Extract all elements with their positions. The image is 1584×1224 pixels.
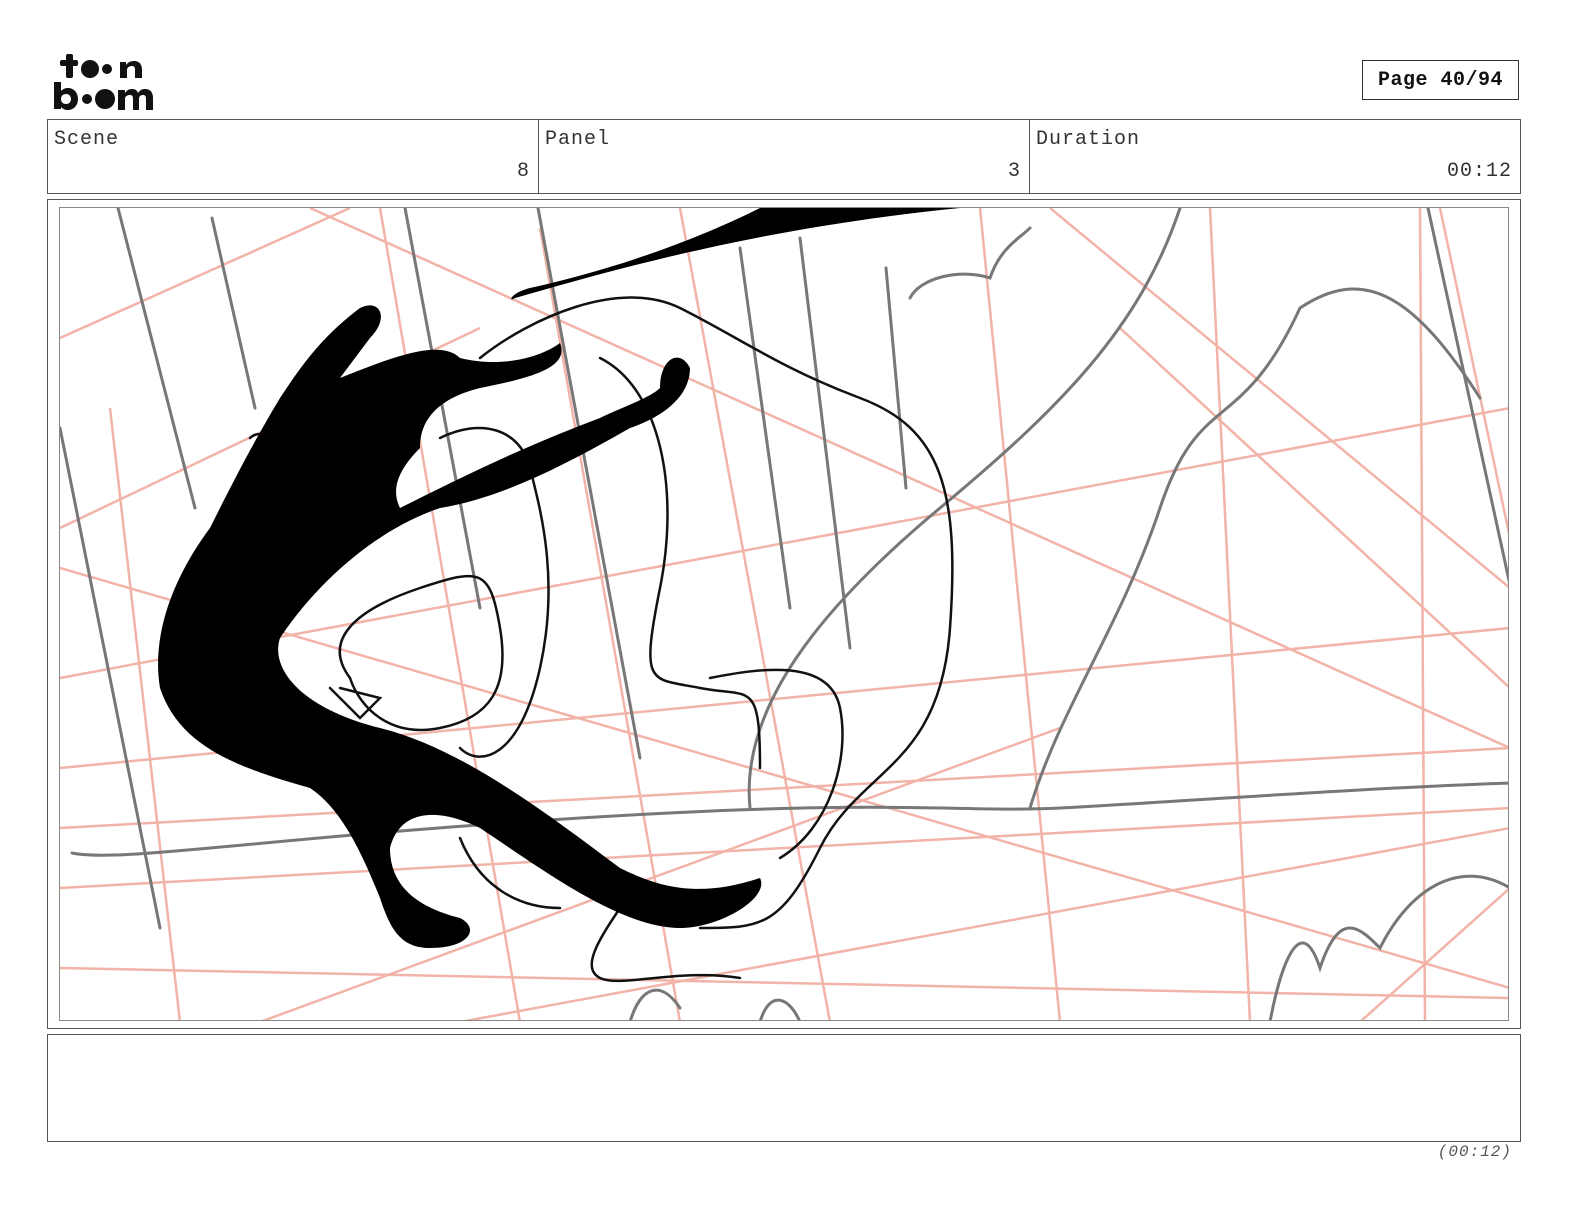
scene-label: Scene (54, 128, 120, 151)
panel-label: Panel (545, 128, 611, 151)
toonboom-logo (54, 54, 153, 110)
duration-cell: Duration 00:12 (1030, 120, 1520, 193)
panel-cell: Panel 3 (539, 120, 1030, 193)
duration-label: Duration (1036, 128, 1141, 151)
panel-value: 3 (1007, 160, 1021, 183)
panel-info-row: Scene 8 Panel 3 Duration 00:12 (47, 119, 1521, 194)
scene-value: 8 (516, 160, 530, 183)
storyboard-sketch (59, 207, 1509, 1021)
footer-duration: (00:12) (1437, 1143, 1512, 1161)
sketch-drawing (60, 208, 1508, 1020)
page-number: Page 40/94 (1362, 60, 1519, 100)
scene-cell: Scene 8 (48, 120, 539, 193)
duration-value: 00:12 (1446, 160, 1512, 183)
notes-box (47, 1034, 1521, 1142)
